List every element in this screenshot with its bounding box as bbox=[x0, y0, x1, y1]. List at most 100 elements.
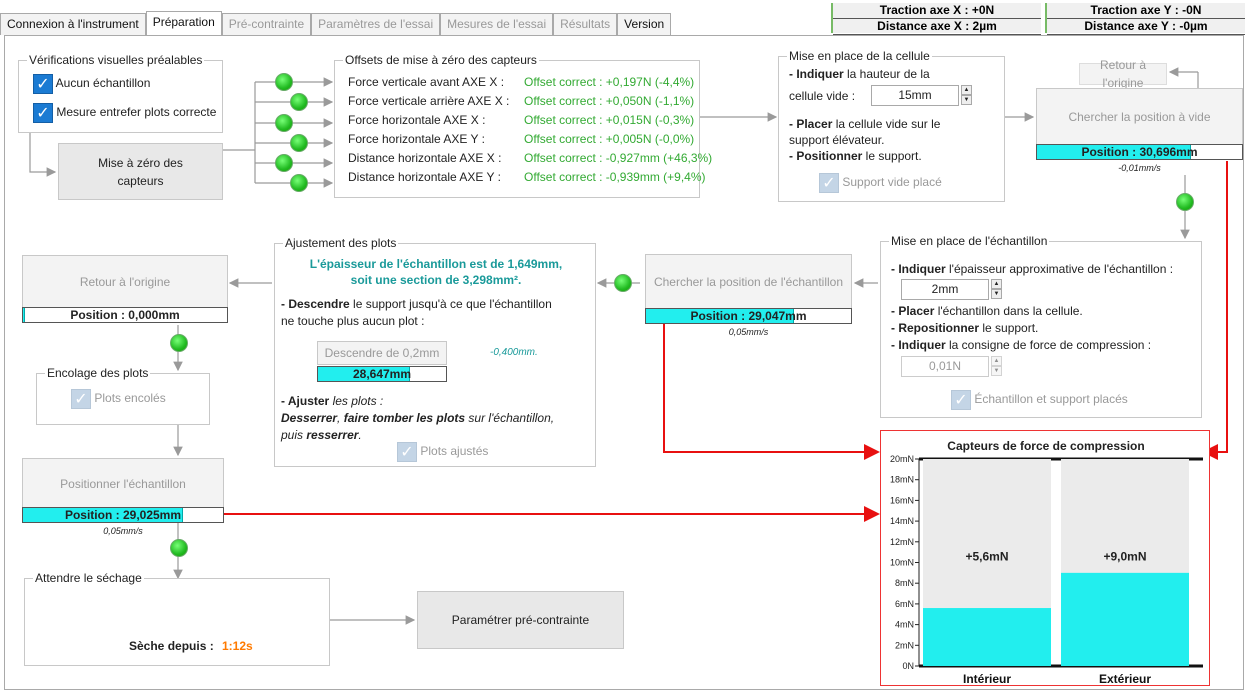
instr-text: le support. bbox=[862, 149, 922, 163]
instr-text: l'échantillon dans la cellule. bbox=[934, 304, 1083, 318]
section-info: soit une section de 3,298mm². bbox=[350, 273, 522, 287]
instr-text: la hauteur de la bbox=[843, 67, 930, 81]
instr-bold: - Indiquer bbox=[789, 67, 844, 81]
ajustement-group: Ajustement des plots L'épaisseur de l'éc… bbox=[274, 236, 596, 467]
instr-text: les plots : bbox=[329, 394, 384, 408]
position-text: Position : 30,696mm bbox=[1081, 145, 1198, 159]
y-tick-label: 4mN bbox=[895, 620, 914, 630]
offset-value: Offset correct : +0,050N (-1,1%) bbox=[524, 94, 695, 108]
descendre-offset: -0,400mm. bbox=[490, 347, 538, 358]
up-icon[interactable]: ▲ bbox=[991, 279, 1002, 289]
instr-text: puis bbox=[281, 428, 307, 442]
positionner-button[interactable]: Positionner l'échantillon bbox=[22, 458, 224, 510]
offset-value: Offset correct : -0,927mm (+46,3%) bbox=[524, 151, 713, 165]
status-led bbox=[275, 114, 293, 132]
offset-label: Force verticale arrière AXE X : bbox=[348, 94, 510, 108]
status-led bbox=[614, 274, 632, 292]
instr-bold: - Indiquer bbox=[891, 262, 946, 276]
visual-checks-title: Vérifications visuelles préalables bbox=[27, 53, 205, 67]
zero-sensors-label: Mise à zéro des capteurs bbox=[98, 155, 183, 188]
retour-origine-left-button[interactable]: Retour à l'origine bbox=[22, 255, 228, 309]
seche-time: 1:12s bbox=[222, 639, 253, 653]
instr-text: , bbox=[337, 411, 344, 425]
offset-label: Force verticale avant AXE X : bbox=[348, 75, 505, 89]
y-tick-label: 20mN bbox=[890, 454, 914, 464]
offsets-title: Offsets de mise à zéro des capteurs bbox=[343, 53, 539, 67]
offset-row: Distance horizontale AXE Y : Offset corre… bbox=[348, 168, 712, 187]
offset-row: Force horizontale AXE X : Offset correct … bbox=[348, 111, 712, 130]
position-text: Position : 29,025mm bbox=[64, 508, 182, 522]
chercher-echantillon-button[interactable]: Chercher la position de l'échantillon bbox=[645, 254, 852, 309]
echantillon-title: Mise en place de l'échantillon bbox=[889, 234, 1050, 248]
cellule-height-input[interactable]: 15mm bbox=[871, 85, 959, 106]
checkbox-label: Mesure entrefer plots correcte bbox=[56, 105, 217, 120]
checkbox-plots-ajustes[interactable]: ✓ bbox=[397, 442, 417, 462]
instr-bold: - Placer bbox=[789, 117, 833, 131]
status-led bbox=[170, 334, 188, 352]
offset-value: Offset correct : -0,939mm (+9,4%) bbox=[524, 170, 706, 184]
force-input[interactable]: 0,01N bbox=[901, 356, 989, 377]
speed-label: 0,05mm/s bbox=[103, 526, 143, 536]
offset-label: Force horizontale AXE X : bbox=[348, 113, 486, 127]
bar-value-label: +9,0mN bbox=[1103, 549, 1146, 563]
instr-text: . bbox=[358, 428, 362, 442]
instr-text: sur l'échantillon, bbox=[465, 411, 555, 425]
category-label: Extérieur bbox=[1099, 672, 1151, 686]
height-spinner[interactable]: ▲ ▼ bbox=[961, 85, 972, 106]
echantillon-group: Mise en place de l'échantillon - Indique… bbox=[880, 234, 1202, 418]
instr-bold: - Placer bbox=[891, 304, 935, 318]
checkbox-plots-encoles[interactable]: ✓ bbox=[71, 389, 91, 409]
thickness-input[interactable]: 2mm bbox=[901, 279, 989, 300]
down-icon[interactable]: ▼ bbox=[961, 95, 972, 105]
force-spinner[interactable]: ▲ ▼ bbox=[991, 356, 1002, 377]
checkbox-echantillon-place[interactable]: ✓ bbox=[951, 390, 971, 410]
offset-label: Distance horizontale AXE Y : bbox=[348, 170, 501, 184]
instr-bold: faire tomber les plots bbox=[343, 411, 466, 425]
y-tick-label: 6mN bbox=[895, 599, 914, 609]
instr-text: le support. bbox=[979, 321, 1039, 335]
checkbox-aucun-echantillon[interactable]: ✓ bbox=[33, 74, 53, 94]
status-led bbox=[170, 539, 188, 557]
speed-label: 0,05mm/s bbox=[728, 327, 769, 337]
sechage-title: Attendre le séchage bbox=[33, 571, 144, 585]
y-tick-label: 10mN bbox=[890, 558, 914, 568]
status-led bbox=[290, 93, 308, 111]
checkbox-label: Aucun échantillon bbox=[55, 76, 151, 91]
sechage-group: Attendre le séchage Sèche depuis : 1:12s bbox=[24, 571, 330, 666]
down-icon[interactable]: ▼ bbox=[991, 366, 1002, 376]
instr-bold: Desserrer bbox=[281, 411, 338, 425]
down-icon[interactable]: ▼ bbox=[991, 289, 1002, 299]
encolage-title: Encolage des plots bbox=[45, 366, 151, 380]
instr-text: le support jusqu'à ce que l'échantillon bbox=[349, 297, 552, 311]
category-label: Intérieur bbox=[963, 672, 1011, 686]
instr-bold: - Ajuster bbox=[281, 394, 330, 408]
position-echantillon-bar: Position : 29,047mm bbox=[645, 308, 852, 324]
y-tick-label: 8mN bbox=[895, 578, 914, 588]
offset-value: Offset correct : +0,015N (-0,3%) bbox=[524, 113, 695, 127]
retour-origine-top-button[interactable]: Retour à l'origine bbox=[1079, 58, 1167, 90]
up-icon[interactable]: ▲ bbox=[961, 85, 972, 95]
y-tick-label: 14mN bbox=[890, 516, 914, 526]
offset-row: Force verticale arrière AXE X : Offset co… bbox=[348, 92, 712, 111]
offset-value: Offset correct : +0,197N (-4,4%) bbox=[524, 75, 695, 89]
y-tick-label: 0N bbox=[902, 661, 914, 671]
position-text: 28,647mm bbox=[352, 367, 412, 381]
instr-bold: - Positionner bbox=[789, 149, 863, 163]
checkbox-support-vide[interactable]: ✓ bbox=[819, 173, 839, 193]
offset-label: Force horizontale AXE Y : bbox=[348, 132, 485, 146]
offset-value: Offset correct : +0,005N (-0,0%) bbox=[524, 132, 695, 146]
visual-checks-group: Vérifications visuelles préalables ✓ Auc… bbox=[18, 53, 223, 133]
instr-bold: - Descendre bbox=[281, 297, 350, 311]
zero-sensors-button[interactable]: Mise à zéro des capteurs bbox=[58, 143, 223, 200]
section-info: L'épaisseur de l'échantillon est de 1,64… bbox=[309, 257, 563, 271]
up-icon[interactable]: ▲ bbox=[991, 356, 1002, 366]
descendre-button[interactable]: Descendre de 0,2mm bbox=[317, 341, 447, 365]
bar bbox=[923, 608, 1051, 666]
chercher-vide-button[interactable]: Chercher la position à vide bbox=[1036, 88, 1243, 145]
status-led bbox=[275, 73, 293, 91]
checkbox-label: Support vide placé bbox=[842, 175, 942, 190]
instr-bold: resserrer bbox=[306, 428, 359, 442]
parametrer-precontrainte-button[interactable]: Paramétrer pré-contrainte bbox=[417, 591, 624, 649]
checkbox-mesure-entrefer[interactable]: ✓ bbox=[33, 103, 53, 123]
thickness-spinner[interactable]: ▲ ▼ bbox=[991, 279, 1002, 300]
